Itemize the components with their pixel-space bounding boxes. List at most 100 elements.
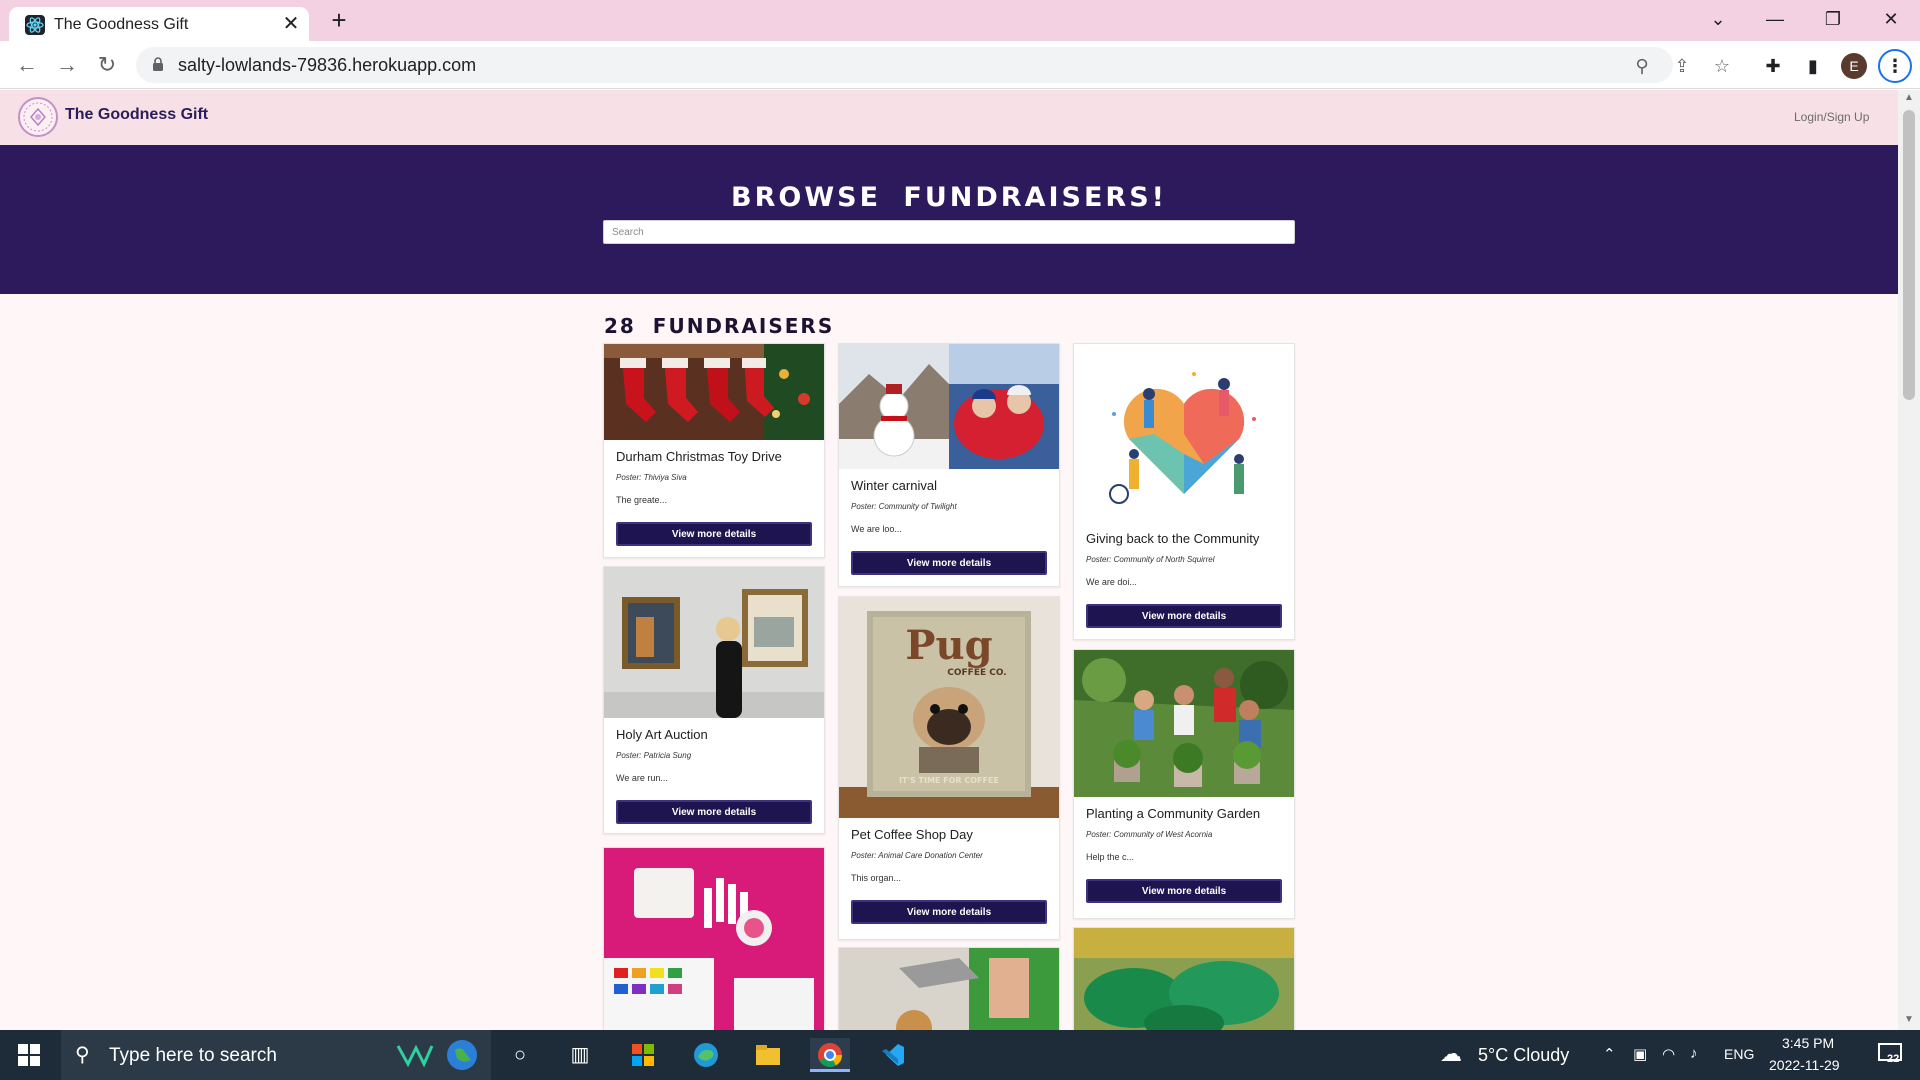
page-scrollbar[interactable]: ▲ ▼	[1898, 90, 1920, 1030]
show-hidden-icons-chevron-icon[interactable]: ⌃	[1603, 1045, 1616, 1063]
card-description: We are run...	[616, 773, 668, 783]
card-title[interactable]: Pet Coffee Shop Day	[851, 827, 973, 842]
card-poster: Poster: Patricia Sung	[616, 751, 692, 760]
clock-date[interactable]: 2022-11-29	[1769, 1057, 1840, 1073]
browser-tab-strip: The Goodness Gift ✕ + ⌄ — ❐ ✕	[0, 0, 1920, 41]
meet-now-icon[interactable]: ▣	[1633, 1045, 1647, 1063]
minimize-button[interactable]: —	[1752, 4, 1798, 34]
vscode-icon[interactable]	[872, 1038, 912, 1072]
notification-count: 22	[1887, 1053, 1900, 1065]
file-explorer-icon[interactable]	[748, 1038, 788, 1072]
language-indicator[interactable]: ENG	[1724, 1046, 1754, 1062]
view-details-button[interactable]: View more details	[851, 551, 1047, 575]
fundraiser-card: Holy Art Auction Poster: Patricia Sung W…	[603, 566, 825, 834]
chrome-app-icon[interactable]	[810, 1038, 850, 1072]
zoom-icon[interactable]: ⚲	[1629, 53, 1655, 79]
tab-close-icon[interactable]: ✕	[280, 13, 302, 35]
reload-icon[interactable]: ↻	[93, 51, 121, 79]
profile-avatar[interactable]: E	[1841, 53, 1867, 79]
search-highlight-icon[interactable]	[396, 1040, 434, 1070]
scroll-down-arrow-icon[interactable]: ▼	[1904, 1014, 1914, 1025]
fundraiser-card: Durham Christmas Toy Drive Poster: Thivi…	[603, 343, 825, 558]
card-title[interactable]: Planting a Community Garden	[1086, 806, 1260, 821]
close-window-button[interactable]: ✕	[1868, 4, 1914, 34]
fundraiser-card	[838, 947, 1060, 1030]
fundraiser-card	[1073, 927, 1295, 1030]
back-arrow-icon[interactable]: ←	[13, 51, 41, 79]
view-details-button[interactable]: View more details	[616, 522, 812, 546]
card-title[interactable]: Giving back to the Community	[1086, 531, 1259, 546]
search-icon: ⚲	[75, 1044, 90, 1066]
search-input[interactable]	[603, 220, 1295, 244]
react-favicon-icon	[25, 15, 45, 35]
view-details-button[interactable]: View more details	[616, 800, 812, 824]
forward-arrow-icon[interactable]: →	[53, 51, 81, 79]
browser-menu-icon[interactable]: ⋮	[1878, 49, 1912, 83]
fundraiser-card: Pug COFFEE CO. IT'S TIME FOR COFFEE Pet …	[838, 596, 1060, 940]
art-supplies-image	[604, 848, 824, 1030]
browser-tab[interactable]: The Goodness Gift ✕	[9, 7, 309, 41]
cloudy-weather-icon[interactable]: ☁	[1440, 1041, 1462, 1067]
microsoft-store-icon[interactable]	[623, 1038, 663, 1072]
pug-title-text: Pug	[905, 622, 992, 669]
card-title[interactable]: Winter carnival	[851, 478, 937, 493]
leaf-bags-image	[1074, 928, 1294, 1030]
browser-toolbar: ← → ↻ salty-lowlands-79836.herokuapp.com…	[0, 41, 1920, 89]
view-details-button[interactable]: View more details	[851, 900, 1047, 924]
card-description: Help the c...	[1086, 852, 1135, 862]
card-description: We are loo...	[851, 524, 902, 534]
login-signup-link[interactable]: Login/Sign Up	[1794, 110, 1869, 124]
share-icon[interactable]: ⇪	[1669, 53, 1695, 79]
globe-icon[interactable]	[447, 1040, 477, 1070]
fundraiser-card: Winter carnival Poster: Community of Twi…	[838, 343, 1060, 587]
new-tab-button[interactable]: +	[325, 6, 353, 34]
extensions-puzzle-icon[interactable]: ✚	[1760, 53, 1786, 79]
address-bar[interactable]: salty-lowlands-79836.herokuapp.com ⚲ ⇪ ☆	[136, 47, 1730, 83]
card-title[interactable]: Durham Christmas Toy Drive	[616, 449, 782, 464]
edge-browser-icon[interactable]	[686, 1038, 726, 1072]
task-view-icon[interactable]: ▥	[560, 1038, 600, 1072]
tab-title: The Goodness Gift	[54, 16, 189, 33]
taskbar-search-placeholder: Type here to search	[109, 1045, 277, 1066]
scrollbar-thumb[interactable]	[1903, 110, 1915, 400]
card-title[interactable]: Holy Art Auction	[616, 727, 708, 742]
taskbar-search-box[interactable]: ⚲ Type here to search	[61, 1030, 491, 1080]
restore-button[interactable]: ❐	[1810, 4, 1856, 34]
card-description: This organ...	[851, 873, 902, 883]
pug-sub-text: COFFEE CO.	[947, 668, 1006, 678]
hero-banner: BROWSE FUNDRAISERS!	[0, 145, 1898, 294]
windows-start-icon[interactable]	[18, 1044, 40, 1066]
page-viewport: The Goodness Gift Login/Sign Up BROWSE F…	[0, 90, 1898, 1030]
wifi-icon[interactable]: ◠	[1662, 1045, 1675, 1063]
site-navbar: The Goodness Gift Login/Sign Up	[0, 90, 1898, 145]
side-panel-icon[interactable]: ▮	[1800, 53, 1826, 79]
url-text[interactable]: salty-lowlands-79836.herokuapp.com	[178, 55, 476, 76]
fundraiser-card: Giving back to the Community Poster: Com…	[1073, 343, 1295, 640]
site-logo-icon[interactable]	[18, 97, 58, 137]
pug-coffee-poster-image: Pug COFFEE CO. IT'S TIME FOR COFFEE	[839, 597, 1059, 818]
card-description: We are doi...	[1086, 577, 1137, 587]
pug-footer-text: IT'S TIME FOR COFFEE	[899, 776, 999, 785]
card-poster: Poster: Community of West Acornia	[1086, 830, 1213, 839]
cortana-icon[interactable]: ○	[500, 1038, 540, 1072]
fundraiser-card	[603, 847, 825, 1030]
card-poster: Poster: Community of North Squirrel	[1086, 555, 1215, 564]
notifications-icon[interactable]: 22	[1877, 1040, 1907, 1070]
winter-carnival-image	[839, 344, 1059, 469]
volume-icon[interactable]: ♪	[1690, 1045, 1698, 1062]
view-details-button[interactable]: View more details	[1086, 604, 1282, 628]
bookmark-star-icon[interactable]: ☆	[1709, 53, 1735, 79]
community-heart-illustration	[1074, 344, 1294, 522]
clock-time[interactable]: 3:45 PM	[1782, 1035, 1834, 1051]
community-garden-image	[1074, 650, 1294, 797]
view-details-button[interactable]: View more details	[1086, 879, 1282, 903]
tab-search-dropdown-icon[interactable]: ⌄	[1695, 4, 1741, 34]
scroll-up-arrow-icon[interactable]: ▲	[1904, 92, 1914, 103]
card-description: The greate...	[616, 495, 668, 505]
stockings-image	[604, 344, 824, 440]
card-poster: Poster: Thiviya Siva	[616, 473, 687, 482]
site-name[interactable]: The Goodness Gift	[65, 106, 208, 124]
card-poster: Poster: Animal Care Donation Center	[851, 851, 983, 860]
page-title: BROWSE FUNDRAISERS!	[731, 182, 1167, 213]
weather-text[interactable]: 5°C Cloudy	[1478, 1045, 1569, 1066]
